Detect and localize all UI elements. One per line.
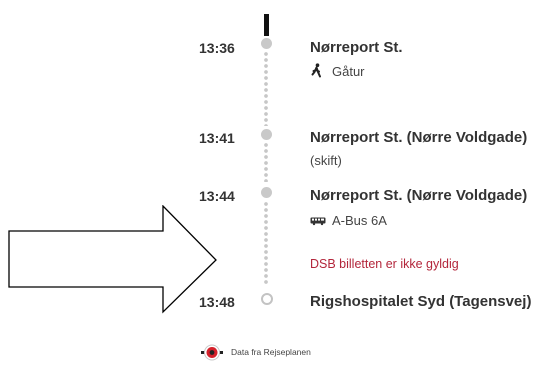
data-source-label[interactable]: Data fra Rejseplanen — [231, 347, 311, 357]
route-track-dots — [264, 142, 268, 182]
stop-time: 13:36 — [199, 40, 235, 56]
stop-time: 13:44 — [199, 188, 235, 204]
data-source-footer: Data fra Rejseplanen — [201, 343, 311, 361]
stop-marker — [261, 187, 272, 198]
route-track-dots — [264, 201, 268, 286]
clipped-previous-line: ˉ ˉ ˉ ˉ — [306, 0, 339, 9]
stop-marker — [261, 129, 272, 140]
ticket-warning: DSB billetten er ikke gyldig — [310, 257, 459, 271]
destination-marker — [261, 293, 273, 305]
rejseplanen-logo — [201, 343, 223, 361]
stop-time: 13:41 — [199, 130, 235, 146]
route-track-dots — [264, 51, 268, 126]
bus-icon — [310, 214, 326, 229]
stop-name[interactable]: Nørreport St. — [310, 39, 403, 56]
stop-name[interactable]: Nørreport St. (Nørre Voldgade) — [310, 187, 527, 204]
leg-walk: Gåtur — [310, 63, 365, 82]
stop-name[interactable]: Rigshospitalet Syd (Tagensvej) — [310, 293, 531, 310]
bus-line-label: A-Bus 6A — [332, 213, 387, 228]
leg-bus: A-Bus 6A — [310, 213, 387, 229]
stop-marker — [261, 38, 272, 49]
walking-person-icon — [310, 63, 326, 82]
right-arrow-outline — [8, 204, 220, 320]
stop-name[interactable]: Nørreport St. (Nørre Voldgade) — [310, 129, 527, 146]
journey-detail-view: ˉ ˉ ˉ ˉ 13:36 Nørreport St. Gåtur 13:41 … — [0, 0, 552, 378]
transfer-label: (skift) — [310, 153, 342, 168]
route-track-solid — [264, 14, 269, 36]
walk-label: Gåtur — [332, 63, 365, 79]
